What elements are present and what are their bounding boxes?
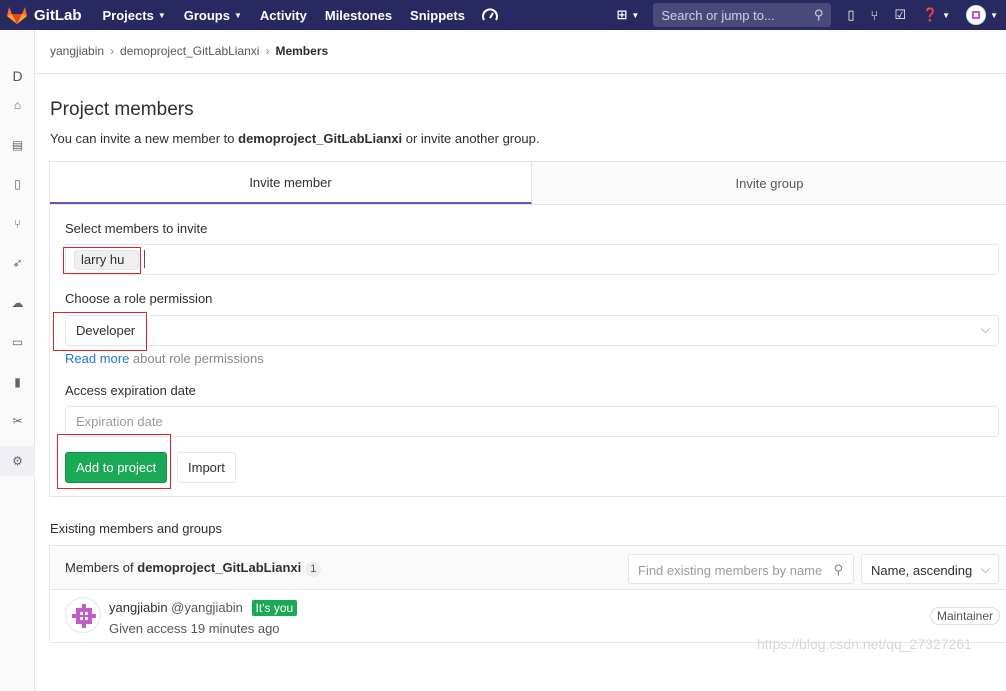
merge-requests-icon[interactable]: ⑂ (863, 8, 887, 23)
add-to-project-button[interactable]: Add to project (65, 452, 168, 483)
avatar (966, 5, 987, 25)
home-icon[interactable]: ⌂ (0, 90, 35, 120)
role-label: Choose a role permission (65, 291, 213, 306)
gitlab-logo[interactable]: GitLab (6, 5, 82, 25)
watermark: https://blog.csdn.net/qq_27327261 (757, 636, 972, 652)
nav-activity-label: Activity (259, 7, 307, 23)
text-cursor (144, 250, 145, 268)
search-icon: ⚲ (813, 7, 824, 22)
expiration-label: Access expiration date (65, 383, 196, 398)
nav-groups[interactable]: Groups ▼ (175, 0, 251, 30)
invite-tabs: Invite member Invite group (50, 162, 1006, 205)
project-avatar[interactable]: D (0, 64, 35, 88)
page-title: Project members (50, 99, 194, 120)
user-avatar-menu[interactable]: ▼ (958, 5, 1006, 25)
breadcrumb-user[interactable]: yangjiabin (50, 44, 104, 58)
select-members-label: Select members to invite (65, 221, 208, 236)
member-name[interactable]: yangjiabin (109, 600, 168, 615)
gitlab-tanuki-icon (7, 7, 27, 24)
breadcrumb-current[interactable]: Members (275, 44, 328, 58)
read-more-suffix: about role permissions (129, 351, 264, 366)
nav-milestones-label: Milestones (324, 7, 393, 23)
nav-activity[interactable]: Activity (251, 0, 316, 30)
subtitle-prefix: You can invite a new member to (50, 131, 239, 146)
read-more-link[interactable]: Read more (65, 351, 129, 366)
role-helper-text: Read more about role permissions (65, 351, 264, 366)
invite-panel: Invite member Invite group Select member… (49, 161, 1006, 497)
subtitle-suffix: or invite another group. (402, 131, 540, 146)
settings-icon[interactable]: ⚙ (0, 446, 35, 476)
chevron-down-icon: ⌵ (980, 562, 990, 576)
subtitle-project: demoproject_GitLabLianxi (238, 131, 403, 146)
selected-member-token[interactable]: larry hu (74, 250, 140, 270)
member-role-badge: Maintainer (929, 607, 1000, 625)
member-name-line: yangjiabin @yangjiabin It's you (109, 600, 298, 616)
tab-invite-member[interactable]: Invite member (50, 162, 532, 204)
issues-icon[interactable]: ▯ (839, 7, 862, 23)
project-sidebar: D ⌂ ▤ ▯ ⑂ ➶ ☁ ▭ ▮ ✂ ⚙ (0, 30, 35, 691)
nav-snippets-label: Snippets (410, 7, 465, 23)
chevron-down-icon: ▼ (157, 10, 166, 20)
chevron-down-icon: ▼ (990, 10, 998, 20)
issues-icon[interactable]: ▯ (0, 169, 35, 199)
chevron-right-icon: › (110, 44, 115, 58)
members-list-header: Members of demoproject_GitLabLianxi 1 Fin… (50, 546, 1006, 590)
role-select[interactable]: Developer ⌵ (65, 315, 999, 346)
its-you-badge: It's you (251, 600, 298, 616)
chevron-down-icon: ▼ (233, 10, 242, 20)
logo-text: GitLab (34, 6, 82, 24)
nav-snippets[interactable]: Snippets (401, 0, 474, 30)
performance-dashboard-icon[interactable] (474, 8, 506, 22)
member-handle: @yangjiabin (171, 600, 243, 615)
search-placeholder: Search or jump to... (661, 7, 775, 23)
top-navbar: GitLab Projects ▼ Groups ▼ Activity Milest… (0, 0, 1006, 30)
sort-select-value: Name, ascending (871, 563, 973, 578)
operations-icon[interactable]: ☁ (0, 288, 35, 318)
merge-requests-icon[interactable]: ⑂ (0, 209, 35, 239)
nav-projects[interactable]: Projects ▼ (94, 0, 175, 30)
members-select-input[interactable]: larry hu (65, 244, 999, 275)
tab-invite-group[interactable]: Invite group (532, 162, 1006, 204)
chevron-down-icon: ▼ (631, 10, 640, 20)
import-button[interactable]: Import (177, 452, 236, 483)
expiration-placeholder: Expiration date (76, 414, 163, 429)
member-search-input[interactable]: Find existing members by name ⚲ (628, 554, 854, 584)
snippets-icon[interactable]: ✂ (0, 406, 35, 436)
environments-icon[interactable]: ▭ (0, 327, 35, 357)
members-of-prefix: Members of (65, 560, 138, 575)
nav-groups-label: Groups (183, 7, 230, 23)
wiki-icon[interactable]: ▮ (0, 367, 35, 397)
existing-members-title: Existing members and groups (50, 521, 222, 536)
breadcrumb: yangjiabin › demoproject_GitLabLianxi › … (50, 44, 328, 58)
sort-select[interactable]: Name, ascending ⌵ (861, 554, 999, 584)
chevron-down-icon: ⌵ (980, 322, 990, 336)
role-select-value: Developer (76, 323, 136, 338)
page-subtitle: You can invite a new member to demoproje… (50, 131, 539, 146)
avatar[interactable] (65, 597, 101, 633)
help-icon[interactable]: ❓ ▼ (914, 7, 958, 23)
member-search-placeholder: Find existing members by name (638, 563, 823, 578)
expiration-date-input[interactable]: Expiration date (65, 406, 999, 437)
breadcrumb-project[interactable]: demoproject_GitLabLianxi (120, 44, 259, 58)
nav-projects-label: Projects (102, 7, 154, 23)
search-icon: ⚲ (833, 562, 843, 577)
chevron-down-icon: ▼ (942, 10, 951, 20)
member-count-badge: 1 (305, 562, 322, 577)
members-list: Members of demoproject_GitLabLianxi 1 Fin… (49, 545, 1006, 643)
chevron-right-icon: › (265, 44, 270, 58)
members-of-project: demoproject_GitLabLianxi (137, 560, 302, 575)
member-access-time: Given access 19 minutes ago (109, 621, 280, 636)
search-input[interactable]: Search or jump to... ⚲ (653, 3, 832, 27)
divider (35, 73, 1006, 74)
members-of-text: Members of demoproject_GitLabLianxi 1 (65, 560, 322, 577)
nav-milestones[interactable]: Milestones (316, 0, 401, 30)
repository-icon[interactable]: ▤ (0, 130, 35, 160)
new-item-plus-icon[interactable]: ⊞ ▼ (609, 7, 648, 23)
ci-cd-icon[interactable]: ➶ (0, 248, 35, 278)
todos-icon[interactable]: ☑ (886, 7, 914, 23)
